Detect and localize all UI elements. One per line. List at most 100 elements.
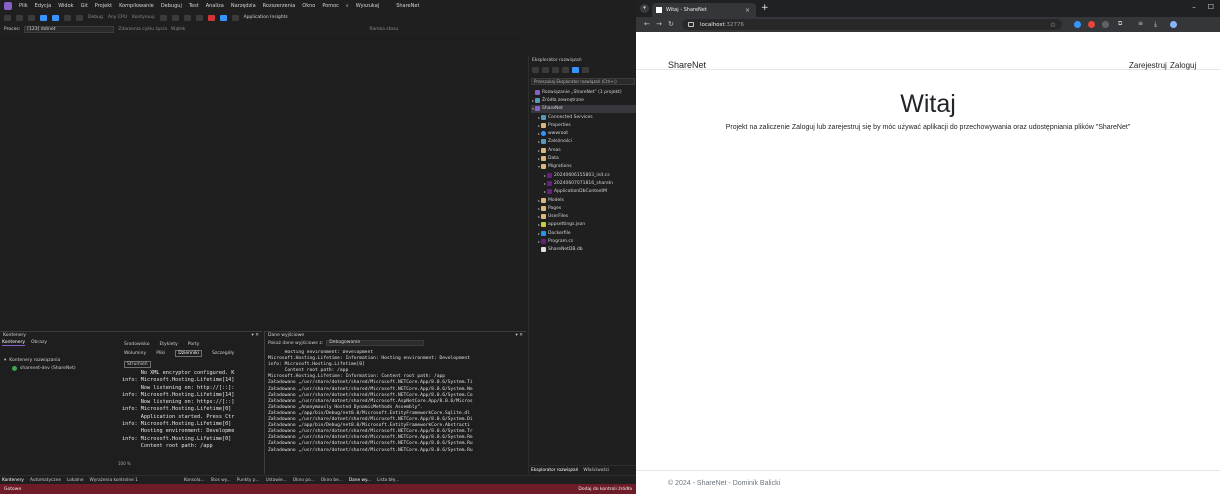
- menu-analiza[interactable]: Analiza: [206, 3, 224, 9]
- solution-tree-item[interactable]: Rozwiązanie „ShareNet” (1 projekt): [531, 88, 636, 96]
- home-icon[interactable]: [532, 67, 539, 73]
- menu-wyszukaj[interactable]: Wyszukaj: [356, 3, 379, 9]
- refresh-icon[interactable]: [171, 14, 179, 21]
- tab-containers[interactable]: Kontenery: [2, 340, 25, 346]
- switch-views-icon[interactable]: [542, 67, 549, 73]
- process-select[interactable]: [123] dotnet: [24, 25, 115, 33]
- stream-button[interactable]: Strumień: [124, 361, 151, 368]
- solution-tree-item[interactable]: ▸ wwwroot: [531, 129, 636, 137]
- camera-icon[interactable]: [183, 14, 191, 21]
- reload-icon[interactable]: ↻: [668, 20, 674, 28]
- step-icon[interactable]: [231, 14, 239, 21]
- menu-test[interactable]: Test: [189, 3, 199, 9]
- solution-tree-item[interactable]: ▸ Models: [531, 196, 636, 204]
- new-tab-button[interactable]: +: [761, 3, 769, 13]
- download-icon[interactable]: ⤓: [1154, 20, 1157, 29]
- solution-tree-item[interactable]: ShareNetDB.db: [531, 246, 636, 254]
- tab-properties[interactable]: Właściwości: [583, 468, 609, 473]
- solution-tree-item[interactable]: ▸ 20240607071816_shareIn: [531, 179, 636, 187]
- tab-details[interactable]: Szczegóły: [212, 351, 234, 356]
- bottom-tab[interactable]: Lokalne: [67, 478, 84, 483]
- pin-icon[interactable]: ▾ ✕: [516, 333, 523, 338]
- solution-tree-item[interactable]: ▸ Źródła zewnętrzne: [531, 96, 636, 104]
- pause-icon[interactable]: [195, 14, 203, 21]
- browser-tab[interactable]: Witaj - ShareNet ×: [652, 3, 756, 17]
- platform-dropdown[interactable]: Any CPU: [108, 15, 127, 20]
- extension-icon[interactable]: [1088, 21, 1095, 28]
- thread-label[interactable]: Wątek: [171, 27, 185, 32]
- continue-button[interactable]: Kontynuuj: [132, 15, 155, 20]
- stack-frame-label[interactable]: Ramka stosu: [369, 27, 398, 32]
- maximize-icon[interactable]: ☐: [1208, 3, 1214, 11]
- menu-widok[interactable]: Widok: [58, 3, 73, 9]
- solution-tree-item[interactable]: ▾ Migrations: [531, 163, 636, 171]
- fire-icon[interactable]: [159, 14, 167, 21]
- redo-icon[interactable]: [76, 14, 83, 21]
- extensions-puzzle-icon[interactable]: ⧉: [1118, 20, 1122, 28]
- source-control-button[interactable]: Dodaj do kontroli źródła: [578, 487, 632, 492]
- tab-labels[interactable]: Etykiety: [159, 342, 177, 347]
- tab-search-icon[interactable]: ▾: [640, 4, 649, 13]
- solution-tree-item[interactable]: ▸ Dockerfile: [531, 229, 636, 237]
- bottom-tab[interactable]: Stos wy...: [211, 478, 231, 483]
- profile-avatar[interactable]: [1170, 21, 1177, 28]
- bottom-tab[interactable]: Wyrażenia kontrolne 1: [90, 478, 138, 483]
- menu-debuguj[interactable]: Debuguj: [161, 3, 182, 9]
- close-tab-icon[interactable]: ×: [745, 7, 750, 14]
- menu-pomoc[interactable]: Pomoc: [322, 3, 339, 9]
- tab-logs[interactable]: Dzienniki: [175, 350, 202, 357]
- site-brand[interactable]: ShareNet: [668, 60, 706, 70]
- bottom-tab[interactable]: Lista błę...: [377, 478, 399, 483]
- bottom-tab[interactable]: Okno po...: [293, 478, 315, 483]
- menu-projekt[interactable]: Projekt: [95, 3, 112, 9]
- minimize-icon[interactable]: –: [1192, 3, 1196, 11]
- collapse-icon[interactable]: [562, 67, 569, 73]
- undo-icon[interactable]: [64, 14, 71, 21]
- containers-root[interactable]: ▾ Kontenery rozwiązania: [0, 356, 118, 364]
- save-icon[interactable]: [40, 14, 47, 21]
- bottom-tab[interactable]: Okno be...: [321, 478, 343, 483]
- tab-solution-explorer[interactable]: Eksplorator rozwiązań: [531, 468, 578, 473]
- bookmark-star-icon[interactable]: ☆: [1050, 21, 1056, 29]
- save-all-icon[interactable]: [52, 14, 59, 21]
- lifecycle-events[interactable]: Zdarzenia cyklu życia: [118, 27, 167, 32]
- solution-tree-item[interactable]: ▸ Pages: [531, 204, 636, 212]
- forward-icon[interactable]: →: [656, 20, 662, 28]
- zoom-level[interactable]: 100 %: [118, 461, 131, 466]
- register-link[interactable]: Zarejestruj: [1129, 61, 1167, 70]
- menu-rozszerzenia[interactable]: Rozszerzenia: [263, 3, 296, 9]
- solution-search-input[interactable]: Przeszukaj Eksplorator rozwiązań (Ctrl+;…: [531, 78, 635, 85]
- extension-icon[interactable]: [1102, 21, 1109, 28]
- new-item-icon[interactable]: [28, 14, 35, 21]
- solution-tree-item[interactable]: ▸ UserFiles: [531, 212, 636, 220]
- bottom-tab[interactable]: Kontenery: [2, 478, 24, 483]
- back-icon[interactable]: ←: [644, 20, 650, 28]
- tab-volumes[interactable]: Woluminy: [124, 351, 146, 356]
- bottom-tab[interactable]: Konsola...: [184, 478, 205, 483]
- bottom-tab[interactable]: Automatyczne: [30, 478, 61, 483]
- solution-tree-item[interactable]: ▸ Data: [531, 154, 636, 162]
- login-link[interactable]: Zaloguj: [1170, 61, 1196, 70]
- menu-edycja[interactable]: Edycja: [35, 3, 52, 9]
- solution-tree-item[interactable]: ▸ Properties: [531, 121, 636, 129]
- solution-tree-item[interactable]: ▸ appsettings.json: [531, 221, 636, 229]
- back-icon[interactable]: [4, 14, 11, 21]
- menu-narzedzia[interactable]: Narzędzia: [231, 3, 256, 9]
- solution-tree-item[interactable]: ▸ 20240606155803_init.cs: [531, 171, 636, 179]
- tab-files[interactable]: Pliki: [156, 351, 165, 356]
- solution-tree-item[interactable]: ▸ Areas: [531, 146, 636, 154]
- pin-icon[interactable]: ▾ ✕: [252, 333, 259, 338]
- wrench-icon[interactable]: [582, 67, 589, 73]
- menu-git[interactable]: Git: [81, 3, 88, 9]
- solution-tree-item[interactable]: ▾ ShareNet: [531, 104, 636, 113]
- bottom-tab[interactable]: Punkty p...: [237, 478, 260, 483]
- preview-icon[interactable]: [572, 67, 579, 73]
- search-icon[interactable]: ⌕: [346, 3, 349, 9]
- tab-ports[interactable]: Porty: [188, 342, 200, 347]
- container-item[interactable]: sharenet-dev (ShareNet): [0, 364, 118, 372]
- solution-tree-item[interactable]: ▸ Connected Services: [531, 113, 636, 121]
- forward-icon[interactable]: [16, 14, 23, 21]
- application-insights-button[interactable]: Application Insights: [244, 15, 288, 20]
- solution-tree-item[interactable]: ▸ ApplicationDbContextM: [531, 188, 636, 196]
- address-bar[interactable]: localhost:32776 ☆: [682, 19, 1062, 30]
